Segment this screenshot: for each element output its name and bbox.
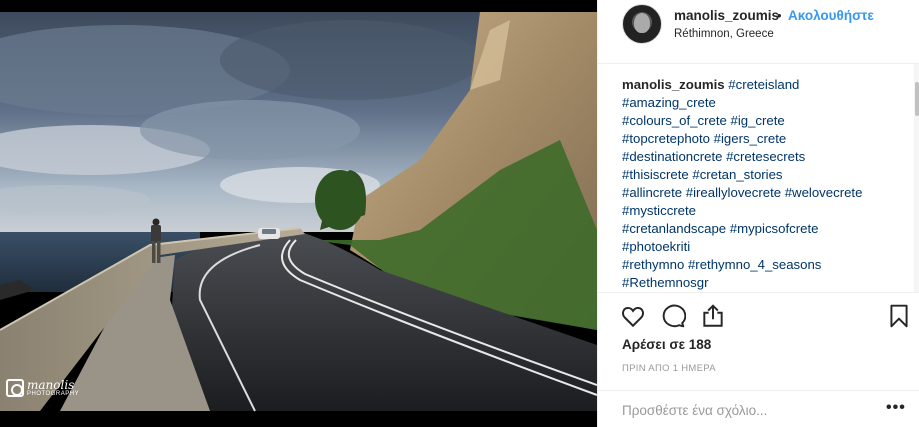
- heart-icon[interactable]: [620, 303, 646, 329]
- hashtag-line[interactable]: #amazing_crete: [622, 94, 912, 112]
- hashtag-link[interactable]: #creteisland: [728, 77, 799, 92]
- caption-scrollbar[interactable]: [914, 64, 919, 292]
- hashtag-line[interactable]: #cretanlandscape #mypicsofcrete: [622, 220, 912, 238]
- hashtag-line[interactable]: #thisiscrete #cretan_stories: [622, 166, 912, 184]
- watermark-subtitle: PHOTOGRAPHY: [27, 391, 80, 397]
- likes-count[interactable]: Αρέσει σε 188: [622, 337, 711, 352]
- photo-scene: [0, 0, 597, 427]
- more-options-icon[interactable]: •••: [886, 399, 906, 417]
- comment-section: •••: [598, 390, 919, 427]
- hashtag-line[interactable]: #destinationcrete #cretesecrets: [622, 148, 912, 166]
- comment-icon[interactable]: [660, 303, 686, 329]
- watermark-name: manolis: [27, 378, 75, 392]
- bookmark-icon[interactable]: [886, 303, 912, 329]
- hashtag-line[interactable]: #allincrete #ireallylovecrete #welovecre…: [622, 184, 912, 202]
- camera-icon: [6, 379, 24, 397]
- location-link[interactable]: Réthimnon, Greece: [674, 28, 774, 40]
- caption: manolis_zoumis #creteisland #amazing_cre…: [622, 76, 912, 291]
- hashtag-line[interactable]: #colours_of_crete #ig_crete: [622, 112, 912, 130]
- caption-line-0: manolis_zoumis #creteisland: [622, 76, 912, 94]
- post-header: manolis_zoumis • Ακολουθήστε Réthimnon, …: [598, 0, 919, 64]
- hashtag-line[interactable]: #photoekriti: [622, 238, 912, 256]
- post-timestamp[interactable]: ΠΡΙΝ ΑΠΟ 1 ΗΜΕΡΑ: [622, 363, 716, 374]
- hashtag-line[interactable]: #topcretephoto #igers_crete: [622, 130, 912, 148]
- hashtag-line[interactable]: #rethymno #rethymno_4_seasons: [622, 256, 912, 274]
- scroll-thumb[interactable]: [915, 82, 919, 116]
- action-bar: Αρέσει σε 188 ΠΡΙΝ ΑΠΟ 1 ΗΜΕΡΑ: [598, 292, 919, 382]
- follow-button[interactable]: Ακολουθήστε: [788, 8, 874, 23]
- hashtag-line[interactable]: #Rethemnosgr: [622, 274, 912, 291]
- post-photo[interactable]: manolis PHOTOGRAPHY: [0, 0, 597, 427]
- header-username[interactable]: manolis_zoumis: [674, 8, 779, 23]
- hashtag-line[interactable]: #mysticcrete: [622, 202, 912, 220]
- header-separator: •: [777, 8, 782, 23]
- avatar[interactable]: [622, 4, 662, 44]
- photographer-watermark: manolis PHOTOGRAPHY: [6, 379, 79, 397]
- post-side-panel: manolis_zoumis • Ακολουθήστε Réthimnon, …: [597, 0, 919, 427]
- comment-input[interactable]: [622, 399, 862, 421]
- caption-username[interactable]: manolis_zoumis: [622, 77, 725, 92]
- share-icon[interactable]: [700, 303, 726, 329]
